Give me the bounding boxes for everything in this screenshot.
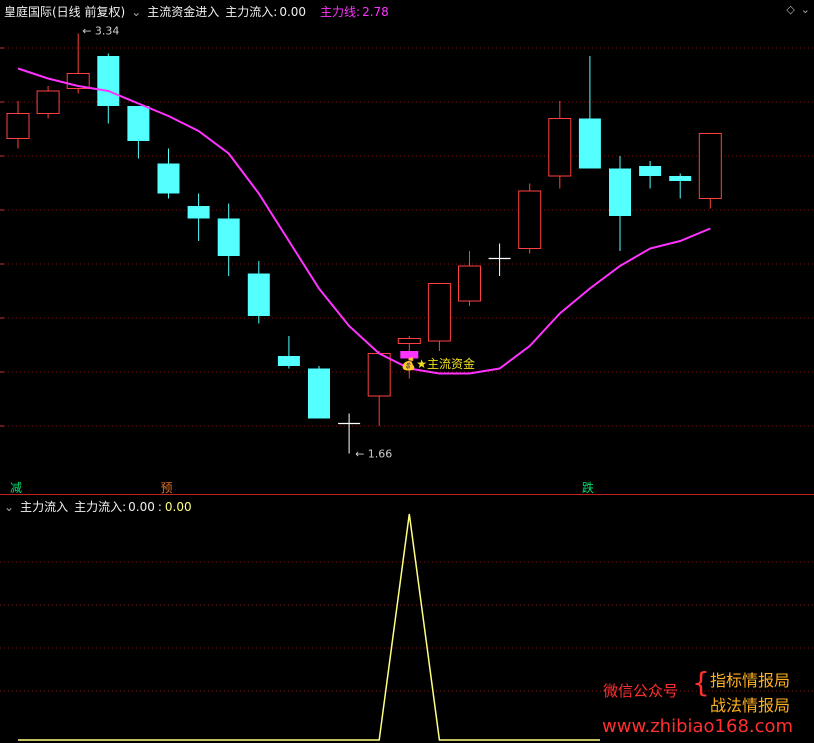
line-label: 主力线:: [320, 5, 361, 19]
low-price-label: ← 1.66: [355, 448, 392, 461]
candle-body: [639, 166, 662, 176]
wechat-label: 微信公众号: [603, 682, 679, 700]
watermark-url: www.zhibiao168.com: [602, 716, 794, 737]
candle-body: [609, 168, 631, 216]
candle-body: [458, 265, 481, 302]
brace-glyph: {: [692, 666, 710, 699]
watermark-line1: 指标情报局: [710, 671, 791, 690]
watermark-line2: 战法情报局: [710, 696, 791, 715]
candle-body: [367, 353, 391, 397]
high-price-label: ← 3.34: [82, 25, 119, 38]
candle-body: [6, 113, 30, 139]
marker-label: 跌: [582, 480, 594, 495]
lower-value-b: 0.00: [164, 500, 192, 514]
candle-body: [277, 356, 300, 366]
lower-value-a: 0.00: [128, 500, 155, 514]
flow-line: [18, 513, 600, 741]
candle-body: [698, 133, 722, 199]
main-header: 皇庭国际(日线 前复权) ⌄ 主流资金进入 主力流入: 0.00 主力线: 2.78: [4, 3, 395, 20]
chevron-down-icon[interactable]: ⌄: [801, 3, 810, 16]
lower-indicator-name[interactable]: 主力流入: [20, 500, 68, 514]
candle-body: [427, 283, 451, 342]
stock-title: 皇庭国际(日线 前复权): [4, 5, 126, 19]
candle-body: [157, 163, 180, 194]
signal-label: 💰★主流资金: [401, 356, 475, 371]
marker-label: 减: [10, 481, 22, 495]
candle-body: [97, 56, 120, 106]
candle-body: [669, 176, 692, 181]
chart-canvas[interactable]: ← 3.34 ← 1.66 💰★主流资金减 预 跌: [0, 0, 814, 743]
marker-label: 预: [161, 481, 173, 495]
candle-body: [397, 338, 421, 344]
lower-separator: :: [157, 500, 162, 514]
indicator-toggle-icon[interactable]: ⌄: [131, 5, 141, 19]
candle-body: [548, 118, 572, 177]
candle-body: [308, 368, 330, 419]
line-value: 2.78: [362, 5, 389, 19]
candle-body: [578, 118, 601, 169]
candle-body: [518, 190, 542, 249]
inflow-label: 主力流入:: [225, 5, 278, 19]
inflow-value: 0.00: [279, 5, 307, 19]
ma-line: [17, 67, 711, 375]
candle-body: [36, 90, 60, 114]
indicator-name[interactable]: 主流资金进入: [147, 5, 219, 19]
candle-body: [217, 218, 240, 256]
candle-body: [187, 206, 210, 219]
diamond-icon[interactable]: ◇: [786, 3, 794, 16]
lower-label: 主力流入:: [74, 500, 127, 514]
candle-body: [127, 106, 150, 141]
lower-toggle-icon[interactable]: ⌄: [4, 500, 14, 514]
window-controls: ◇ ⌄: [780, 3, 810, 16]
candle-body: [247, 273, 270, 316]
lower-header: ⌄ 主力流入 主力流入: 0.00:0.00: [4, 498, 198, 515]
